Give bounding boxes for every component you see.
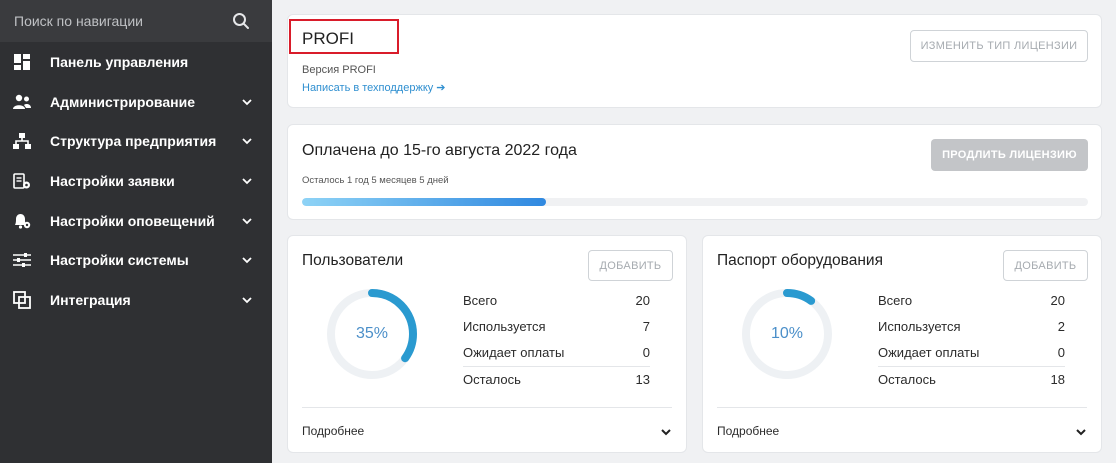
- sidebar: Панель управления Администрирование Стру…: [0, 0, 272, 463]
- paid-until-title: Оплачена до 15-го августа 2022 года: [302, 142, 577, 159]
- stat-value: 7: [642, 319, 650, 334]
- divider: [302, 407, 672, 408]
- users-stat-awaiting-payment: Ожидает оплаты 0: [463, 340, 650, 366]
- sidebar-item-dashboard[interactable]: Панель управления: [0, 43, 272, 81]
- equipment-stat-total: Всего 20: [878, 288, 1065, 314]
- sliders-icon: [12, 250, 32, 270]
- sidebar-search: [0, 0, 272, 42]
- equipment-card: Паспорт оборудования ДОБАВИТЬ 10% Всего …: [702, 235, 1102, 453]
- notification-settings-icon: [12, 211, 32, 231]
- chevron-down-icon: [242, 257, 252, 264]
- sidebar-item-request-settings[interactable]: Настройки заявки: [0, 162, 272, 200]
- support-link[interactable]: Написать в техподдержку ➔: [302, 81, 446, 94]
- sidebar-item-label: Администрирование: [50, 94, 195, 110]
- users-stat-total: Всего 20: [463, 288, 650, 314]
- sidebar-item-label: Структура предприятия: [50, 133, 217, 149]
- change-license-type-button[interactable]: ИЗМЕНИТЬ ТИП ЛИЦЕНЗИИ: [910, 30, 1088, 62]
- payment-card: Оплачена до 15-го августа 2022 года Оста…: [287, 124, 1102, 220]
- sidebar-item-system-settings[interactable]: Настройки системы: [0, 241, 272, 279]
- chevron-down-icon[interactable]: [1075, 426, 1087, 438]
- sidebar-item-label: Настройки оповещений: [50, 213, 215, 229]
- chevron-down-icon: [242, 297, 252, 304]
- equipment-stat-used: Используется 2: [878, 314, 1065, 340]
- chevron-down-icon: [242, 138, 252, 145]
- divider: [717, 407, 1087, 408]
- sidebar-item-label: Интеграция: [50, 292, 131, 308]
- equipment-stat-awaiting-payment: Ожидает оплаты 0: [878, 340, 1065, 366]
- hierarchy-icon: [12, 131, 32, 151]
- stat-label: Осталось: [878, 372, 936, 387]
- sidebar-item-administration[interactable]: Администрирование: [0, 83, 272, 121]
- users-title: Пользователи: [302, 252, 404, 269]
- stat-value: 0: [1057, 345, 1065, 360]
- search-input[interactable]: [14, 11, 224, 31]
- stat-label: Всего: [463, 293, 498, 308]
- stat-label: Ожидает оплаты: [878, 345, 980, 360]
- sidebar-item-label: Настройки заявки: [50, 173, 175, 189]
- equipment-more-toggle[interactable]: Подробнее: [717, 424, 779, 438]
- equipment-title: Паспорт оборудования: [717, 252, 883, 269]
- add-equipment-button[interactable]: ДОБАВИТЬ: [1003, 250, 1088, 281]
- chevron-down-icon: [242, 218, 252, 225]
- dashboard-icon: [12, 52, 32, 72]
- sidebar-item-notification-settings[interactable]: Настройки оповещений: [0, 202, 272, 240]
- stat-label: Осталось: [463, 372, 521, 387]
- remaining-time: Осталось 1 год 5 месяцев 5 дней: [302, 175, 449, 186]
- stat-label: Используется: [463, 319, 546, 334]
- chevron-down-icon: [242, 178, 252, 185]
- sidebar-item-label: Панель управления: [50, 54, 189, 70]
- stat-value: 0: [642, 345, 650, 360]
- stat-value: 18: [1050, 372, 1065, 387]
- search-icon[interactable]: [232, 12, 250, 30]
- users-stat-used: Используется 7: [463, 314, 650, 340]
- request-settings-icon: [12, 171, 32, 191]
- sidebar-item-structure[interactable]: Структура предприятия: [0, 122, 272, 160]
- license-progress-fill: [302, 198, 546, 206]
- license-version: Версия PROFI: [302, 64, 376, 76]
- stat-value: 13: [635, 372, 650, 387]
- add-user-button[interactable]: ДОБАВИТЬ: [588, 250, 673, 281]
- stat-label: Ожидает оплаты: [463, 345, 565, 360]
- license-progress-bar: [302, 198, 1088, 206]
- sidebar-item-label: Настройки системы: [50, 252, 189, 268]
- stat-value: 20: [1050, 293, 1065, 308]
- users-percent-label: 35%: [355, 325, 389, 342]
- equipment-percent-label: 10%: [770, 325, 804, 342]
- stat-label: Используется: [878, 319, 961, 334]
- users-card: Пользователи ДОБАВИТЬ 35% Всего 20 Испол…: [287, 235, 687, 453]
- chevron-down-icon: [242, 99, 252, 106]
- integration-icon: [12, 290, 32, 310]
- sidebar-item-integration[interactable]: Интеграция: [0, 281, 272, 319]
- license-card: PROFI Версия PROFI Написать в техподдерж…: [287, 14, 1102, 108]
- license-title: PROFI: [302, 29, 354, 48]
- extend-license-button[interactable]: ПРОДЛИТЬ ЛИЦЕНЗИЮ: [931, 139, 1088, 171]
- chevron-down-icon[interactable]: [660, 426, 672, 438]
- equipment-stat-remaining: Осталось 18: [878, 366, 1065, 392]
- users-more-toggle[interactable]: Подробнее: [302, 424, 364, 438]
- stat-value: 2: [1057, 319, 1065, 334]
- stat-value: 20: [635, 293, 650, 308]
- users-icon: [12, 92, 32, 112]
- users-stat-remaining: Осталось 13: [463, 366, 650, 392]
- stat-label: Всего: [878, 293, 913, 308]
